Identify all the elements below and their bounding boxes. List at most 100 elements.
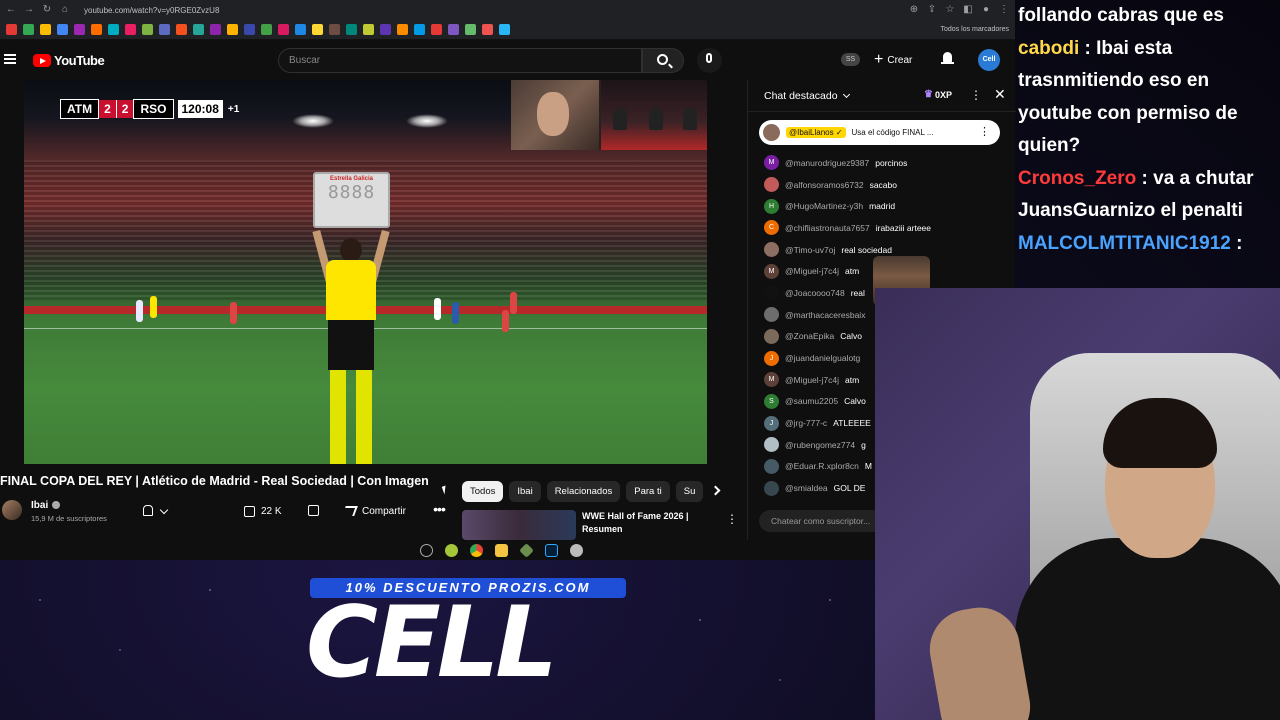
thumbs-down-icon[interactable] (308, 505, 319, 516)
all-bookmarks-link[interactable]: Todos los marcadores (941, 26, 1009, 33)
forward-icon[interactable]: → (24, 5, 34, 15)
bookmark-icon[interactable] (312, 24, 323, 35)
bookmark-icon[interactable] (448, 24, 459, 35)
address-bar[interactable]: youtube.com/watch?v=y0RGE0ZvzU8 (78, 6, 901, 15)
chat-username[interactable]: @jrg-777-c (785, 418, 827, 428)
search-button[interactable] (642, 48, 684, 73)
bookmark-icon[interactable] (74, 24, 85, 35)
profile-icon[interactable]: ● (981, 5, 991, 15)
bookmark-icon[interactable] (40, 24, 51, 35)
points-badge[interactable]: ♛ 0XP (924, 89, 952, 100)
bookmark-icon[interactable] (261, 24, 272, 35)
reload-icon[interactable]: ↻ (42, 5, 52, 15)
chat-username[interactable]: @Timo-uv7oj (785, 245, 835, 255)
taskbar-app-icon[interactable] (519, 543, 534, 558)
extension-icon[interactable]: ◧ (963, 5, 973, 15)
chat-username[interactable]: @alfonsoramos6732 (785, 180, 864, 190)
chat-username[interactable]: @Joacoooo748 (785, 288, 845, 298)
create-button[interactable]: + Crear (874, 50, 912, 70)
chrome-icon[interactable] (470, 544, 483, 557)
chat-mode-dropdown[interactable]: Chat destacado (764, 90, 850, 102)
pinned-menu-icon[interactable]: ⋮ (979, 125, 990, 138)
bookmark-icon[interactable] (414, 24, 425, 35)
bookmark-icon[interactable] (329, 24, 340, 35)
home-icon[interactable]: ⌂ (60, 5, 70, 15)
bookmark-icon[interactable] (57, 24, 68, 35)
bookmark-icon[interactable] (210, 24, 221, 35)
bookmark-icon[interactable] (193, 24, 204, 35)
share-page-icon[interactable]: ⇪ (927, 5, 937, 15)
bookmark-icon[interactable] (244, 24, 255, 35)
zoom-icon[interactable]: ⊕ (909, 5, 919, 15)
bookmark-icon[interactable] (397, 24, 408, 35)
subscription-bell-button[interactable] (136, 500, 184, 522)
chat-username[interactable]: @manurodriguez9387 (785, 158, 869, 168)
bookmark-icon[interactable] (23, 24, 34, 35)
voice-search-button[interactable] (697, 48, 722, 73)
chat-username[interactable]: @saumu2205 (785, 396, 838, 406)
chip-todos[interactable]: Todos (462, 481, 504, 502)
chip-subidos[interactable]: Su (675, 481, 704, 502)
bookmark-icon[interactable] (91, 24, 102, 35)
bookmark-star-icon[interactable]: ☆ (945, 5, 955, 15)
chat-username[interactable]: @Miguel-j7c4j (785, 375, 839, 385)
taskbar-app-icon[interactable] (445, 544, 458, 557)
chat-username[interactable]: @marthacaceresbaix (785, 310, 865, 320)
bookmark-icon[interactable] (465, 24, 476, 35)
bookmark-icon[interactable] (482, 24, 493, 35)
channel-avatar[interactable] (2, 500, 22, 520)
account-avatar[interactable]: Cell (978, 49, 1000, 71)
notifications-bell-icon[interactable] (941, 52, 954, 66)
recommended-menu-icon[interactable]: ⋮ (726, 512, 738, 526)
more-actions-icon[interactable]: ••• (428, 500, 450, 522)
channel-name[interactable]: Ibai (31, 500, 48, 511)
bookmark-icon[interactable] (380, 24, 391, 35)
recommended-title[interactable]: WWE Hall of Fame 2026 | Resumen (582, 510, 712, 536)
chat-message[interactable]: M @manurodriguez9387 porcinos (764, 152, 1009, 174)
hamburger-menu-icon[interactable] (4, 54, 16, 64)
taskbar-app-icon[interactable] (570, 544, 583, 557)
pinned-message[interactable]: @IbaiLlanos ✓ Usa el código FINAL ... ⋮ (759, 120, 1000, 145)
bookmark-icon[interactable] (142, 24, 153, 35)
bookmark-icon[interactable] (159, 24, 170, 35)
youtube-logo[interactable]: YouTube (33, 53, 105, 68)
search-input[interactable]: Buscar (278, 48, 642, 73)
ss-badge[interactable]: SS (841, 53, 860, 66)
bookmark-icon[interactable] (363, 24, 374, 35)
taskbar-app-icon[interactable] (420, 544, 433, 557)
recommended-thumbnail[interactable] (462, 510, 576, 540)
bookmark-icon[interactable] (227, 24, 238, 35)
folder-icon[interactable] (495, 544, 508, 557)
chat-message[interactable]: @alfonsoramos6732 sacabo (764, 174, 1009, 196)
share-button[interactable]: Compartir (342, 500, 406, 522)
like-button[interactable]: 22 K (244, 500, 282, 522)
chat-username[interactable]: @chifliastronauta7657 (785, 223, 870, 233)
chip-relacionados[interactable]: Relacionados (546, 481, 621, 502)
bookmark-icon[interactable] (499, 24, 510, 35)
bookmark-icon[interactable] (278, 24, 289, 35)
chat-menu-icon[interactable]: ⋮ (970, 88, 982, 102)
bookmark-icon[interactable] (176, 24, 187, 35)
bookmark-icon[interactable] (108, 24, 119, 35)
chat-username[interactable]: @Miguel-j7c4j (785, 266, 839, 276)
chat-username[interactable]: @HugoMartinez-y3h (785, 201, 863, 211)
photoshop-icon[interactable] (545, 544, 558, 557)
bookmark-icon[interactable] (295, 24, 306, 35)
chat-username[interactable]: @smialdea (785, 483, 828, 493)
chat-message[interactable]: C @chifliastronauta7657 irabaziii arteee (764, 217, 1009, 239)
chat-username[interactable]: @juandanielgualotg (785, 353, 860, 363)
chip-para-ti[interactable]: Para ti (626, 481, 670, 502)
bookmark-icon[interactable] (431, 24, 442, 35)
back-icon[interactable]: ← (6, 5, 16, 15)
close-icon[interactable]: ✕ (994, 86, 1006, 103)
chat-username[interactable]: @rubengomez774 (785, 440, 855, 450)
chevron-right-icon[interactable] (710, 485, 721, 496)
chat-message[interactable]: H @HugoMartinez-y3h madrid (764, 195, 1009, 217)
chip-ibai[interactable]: Ibai (509, 481, 541, 502)
bookmark-icon[interactable] (346, 24, 357, 35)
browser-menu-icon[interactable]: ⋮ (999, 5, 1009, 15)
bookmark-icon[interactable] (125, 24, 136, 35)
bookmark-icon[interactable] (6, 24, 17, 35)
chat-username[interactable]: @ZonaEpika (785, 331, 834, 341)
chat-username[interactable]: @Eduar.R.xplor8cn (785, 461, 859, 471)
